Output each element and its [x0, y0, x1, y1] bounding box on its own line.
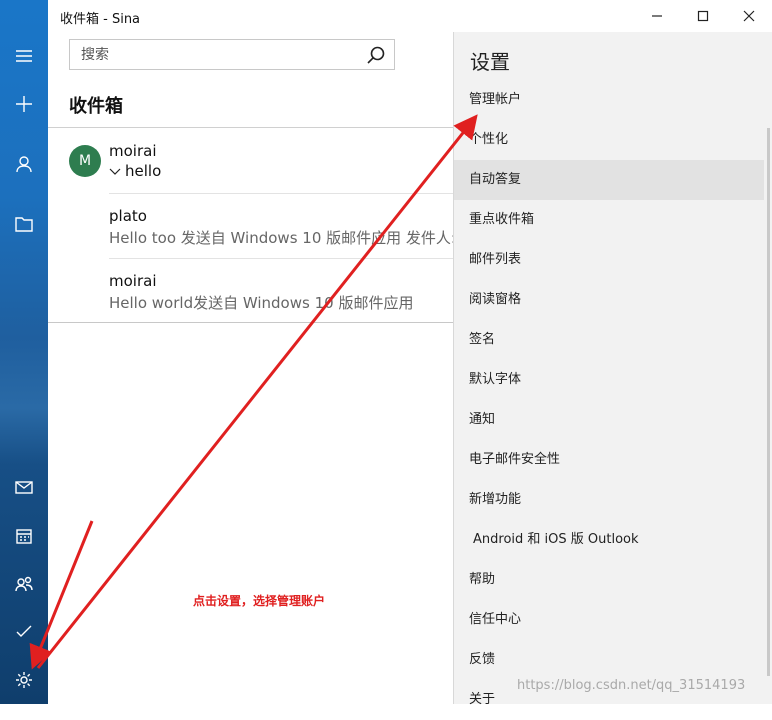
- close-icon[interactable]: [726, 0, 772, 32]
- settings-item-notifications[interactable]: 通知: [454, 400, 764, 440]
- settings-item-focused-inbox[interactable]: 重点收件箱: [454, 200, 764, 240]
- chevron-down-icon[interactable]: [109, 162, 121, 175]
- folder-title: 收件箱: [69, 96, 123, 117]
- settings-item-trust-center[interactable]: 信任中心: [454, 600, 764, 640]
- avatar: M: [69, 145, 101, 177]
- message-subject-row: hello: [109, 162, 161, 180]
- message-subject: hello: [125, 162, 162, 180]
- settings-item-outlook-mobile[interactable]: Android 和 iOS 版 Outlook: [454, 520, 764, 560]
- message-list-item[interactable]: M moirai hello: [48, 129, 458, 193]
- message-preview: Hello world发送自 Windows 10 版邮件应用: [109, 294, 414, 312]
- message-sender: moirai: [109, 142, 157, 160]
- settings-item-help[interactable]: 帮助: [454, 560, 764, 600]
- minimize-icon[interactable]: [634, 0, 680, 32]
- message-list-item[interactable]: moirai Hello world发送自 Windows 10 版邮件应用: [48, 259, 458, 322]
- settings-panel: 设置 管理帐户 个性化 自动答复 重点收件箱 邮件列表 阅读窗格 签名 默认字体…: [453, 32, 772, 707]
- search-box: [69, 39, 395, 70]
- new-mail-plus-icon[interactable]: [0, 84, 48, 124]
- message-list-item[interactable]: plato Hello too 发送自 Windows 10 版邮件应用 发件人…: [48, 194, 458, 258]
- calendar-icon[interactable]: [0, 516, 48, 556]
- folder-icon[interactable]: [0, 204, 48, 244]
- watermark: https://blog.csdn.net/qq_31514193: [517, 678, 746, 693]
- message-sender: moirai: [109, 272, 157, 290]
- list-divider: [48, 127, 458, 128]
- settings-item-personalization[interactable]: 个性化: [454, 120, 764, 160]
- hamburger-menu-icon[interactable]: [0, 36, 48, 76]
- settings-item-signature[interactable]: 签名: [454, 320, 764, 360]
- account-person-icon[interactable]: [0, 144, 48, 184]
- settings-item-message-list[interactable]: 邮件列表: [454, 240, 764, 280]
- settings-scrollbar[interactable]: [767, 128, 770, 676]
- list-divider: [48, 322, 458, 323]
- settings-item-default-font[interactable]: 默认字体: [454, 360, 764, 400]
- todo-check-icon[interactable]: [0, 611, 48, 651]
- settings-item-whats-new[interactable]: 新增功能: [454, 480, 764, 520]
- people-icon[interactable]: [0, 564, 48, 604]
- window-title: 收件箱 - Sina: [60, 12, 141, 27]
- settings-gear-icon[interactable]: [0, 660, 48, 700]
- settings-item-reading-pane[interactable]: 阅读窗格: [454, 280, 764, 320]
- message-sender: plato: [109, 207, 147, 225]
- title-bar: 收件箱 - Sina: [48, 0, 772, 32]
- settings-title: 设置: [470, 50, 510, 74]
- settings-item-email-security[interactable]: 电子邮件安全性: [454, 440, 764, 480]
- mail-icon[interactable]: [0, 467, 48, 507]
- message-preview: Hello too 发送自 Windows 10 版邮件应用 发件人:: [109, 229, 453, 247]
- maximize-icon[interactable]: [680, 0, 726, 32]
- search-input[interactable]: [70, 40, 361, 69]
- settings-item-automatic-replies[interactable]: 自动答复: [454, 160, 764, 200]
- search-icon[interactable]: [366, 45, 386, 65]
- settings-item-feedback[interactable]: 反馈: [454, 640, 764, 680]
- settings-item-manage-accounts[interactable]: 管理帐户: [454, 80, 764, 120]
- navigation-rail: [0, 0, 48, 704]
- annotation-text: 点击设置，选择管理账户: [193, 594, 326, 608]
